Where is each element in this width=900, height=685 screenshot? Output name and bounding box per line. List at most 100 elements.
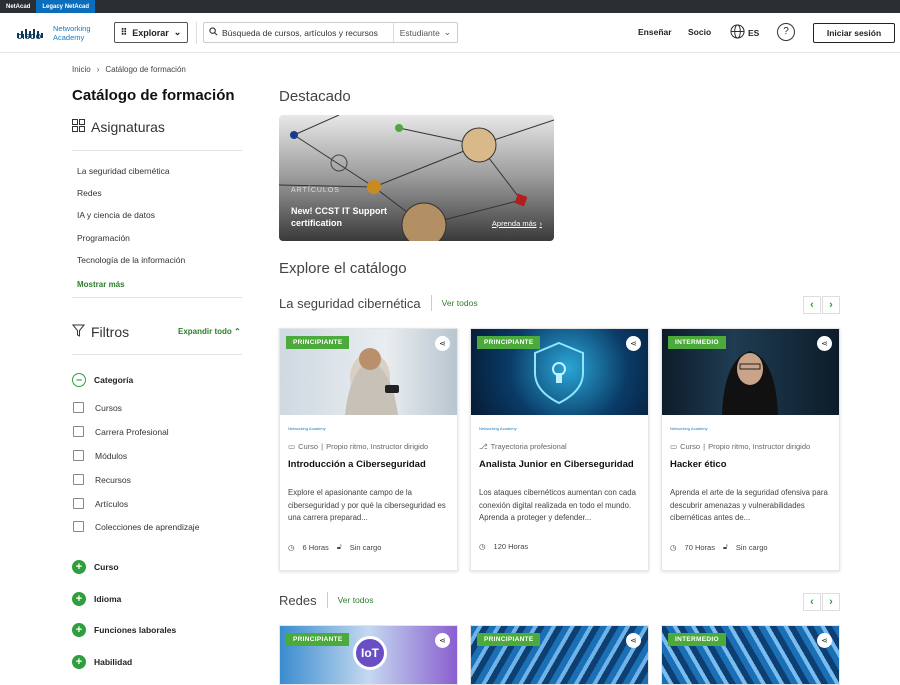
netacad-small-logo: Networking Academy [288, 426, 326, 431]
search-box[interactable]: Búsqueda de cursos, artículos y recursos… [203, 22, 458, 43]
course-title: Hacker ético [670, 459, 727, 470]
course-description: Explore el apasionante campo de la ciber… [288, 488, 446, 522]
filter-group-language[interactable]: + Idioma [72, 592, 121, 606]
course-title: Analista Junior en Ciberseguridad [479, 459, 634, 470]
explore-heading: Explore el catálogo [279, 260, 407, 277]
featured-heading: Destacado [279, 88, 351, 105]
breadcrumb-current: Catálogo de formación [105, 65, 186, 74]
plus-icon: + [72, 655, 86, 669]
course-card[interactable]: INTERMEDIO ⋖ Networking Academy ▭ Curso | P… [661, 328, 840, 571]
row-header-cybersecurity: La seguridad cibernética Ver todos [279, 295, 478, 311]
course-card[interactable]: INTERMEDIO ⋖ [661, 625, 840, 685]
share-icon[interactable]: ⋖ [626, 633, 641, 648]
subject-link-it[interactable]: Tecnología de la información [77, 255, 185, 265]
course-footer: ◷ 6 Horas 🔓︎ Sin cargo [288, 542, 382, 552]
collapse-icon: – [72, 373, 86, 387]
teach-link[interactable]: Enseñar [638, 27, 672, 37]
search-icon [204, 27, 222, 38]
filter-group-course[interactable]: + Curso [72, 560, 119, 574]
book-icon: ▭ [288, 442, 296, 451]
breadcrumb: Inicio › Catálogo de formación [72, 65, 186, 74]
cisco-wordmark: CISCO [17, 34, 42, 41]
carousel-nav: ‹ › [803, 593, 840, 611]
featured-card[interactable]: ARTÍCULOS New! CCST IT Support certifica… [279, 115, 554, 241]
chevron-right-icon[interactable]: › [822, 296, 840, 314]
grid-icon [72, 119, 85, 135]
subject-link-networking[interactable]: Redes [77, 188, 102, 198]
chevron-right-icon: › [96, 65, 100, 74]
course-description: Los ataques cibernéticos aumentan con ca… [479, 488, 636, 522]
language-selector[interactable]: ES [730, 24, 759, 41]
subject-link-ai-data[interactable]: IA y ciencia de datos [77, 210, 155, 220]
plus-icon: + [72, 623, 86, 637]
divider [72, 150, 242, 151]
top-platform-bar: NetAcad Legacy NetAcad [0, 0, 900, 13]
course-card[interactable]: PRINCIPIANTE ⋖ Networking Academy ⎇ Traye… [470, 328, 649, 571]
category-filter-toggle[interactable]: – Categoría [72, 373, 133, 387]
course-meta: ⎇ Trayectoria profesional [479, 442, 567, 451]
chevron-updown-icon: ⌃ [234, 327, 241, 336]
subject-link-programming[interactable]: Programación [77, 233, 130, 243]
clock-icon: ◷ [670, 542, 677, 552]
learn-more-link[interactable]: Aprenda más › [492, 219, 542, 228]
netacad-small-logo: Networking Academy [479, 426, 517, 431]
level-badge: PRINCIPIANTE [477, 633, 541, 646]
share-icon[interactable]: ⋖ [435, 633, 450, 648]
course-image: PRINCIPIANTE ⋖ [471, 329, 648, 415]
filter-checkbox-career[interactable]: Carrera Profesional [73, 426, 169, 437]
path-icon: ⎇ [479, 442, 488, 451]
globe-icon [730, 24, 745, 41]
chevron-down-icon: ⌄ [443, 27, 451, 37]
view-all-link[interactable]: Ver todos [442, 298, 478, 308]
partner-link[interactable]: Socio [688, 27, 711, 37]
course-title: Introducción a Ciberseguridad [288, 459, 426, 470]
course-meta: ▭ Curso | Propio ritmo, Instructor dirigido [670, 442, 811, 451]
course-image: PRINCIPIANTE ⋖ [280, 329, 457, 415]
subject-link-cybersecurity[interactable]: La seguridad cibernética [77, 166, 170, 176]
grid-icon: ⠿ [120, 27, 128, 37]
course-card[interactable]: PRINCIPIANTE ⋖ [470, 625, 649, 685]
role-select[interactable]: Estudiante ⌄ [392, 23, 457, 42]
chevron-left-icon[interactable]: ‹ [803, 296, 821, 314]
filter-checkbox-modules[interactable]: Módulos [73, 450, 127, 461]
help-icon[interactable]: ? [777, 23, 795, 41]
plus-icon: + [72, 592, 86, 606]
share-icon[interactable]: ⋖ [817, 633, 832, 648]
lock-icon: 🔓︎ [722, 542, 728, 551]
show-more-link[interactable]: Mostrar más [77, 280, 125, 289]
filter-checkbox-courses[interactable]: Cursos [73, 402, 122, 413]
course-description: Aprenda el arte de la seguridad ofensiva… [670, 488, 828, 522]
tab-netacad[interactable]: NetAcad [0, 0, 36, 13]
cisco-netacad-logo[interactable]: CISCO Networking Academy [17, 24, 91, 42]
level-badge: PRINCIPIANTE [477, 336, 541, 349]
course-card[interactable]: IoT PRINCIPIANTE ⋖ [279, 625, 458, 685]
share-icon[interactable]: ⋖ [435, 336, 450, 351]
chevron-left-icon[interactable]: ‹ [803, 593, 821, 611]
share-icon[interactable]: ⋖ [626, 336, 641, 351]
course-meta: ▭ Curso | Propio ritmo, Instructor dirigido [288, 442, 429, 451]
clock-icon: ◷ [479, 542, 486, 551]
site-header: CISCO Networking Academy ⠿ Explorar ⌄ Bú… [0, 13, 900, 53]
netacad-small-logo: Networking Academy [670, 426, 708, 431]
search-input[interactable]: Búsqueda de cursos, artículos y recursos [222, 28, 393, 38]
level-badge: PRINCIPIANTE [286, 633, 350, 646]
header-divider [196, 22, 197, 44]
course-card[interactable]: PRINCIPIANTE ⋖ Networking Academy ▭ Curso… [279, 328, 458, 571]
expand-all-button[interactable]: Expandir todo ⌃ [178, 327, 241, 336]
chevron-right-icon[interactable]: › [822, 593, 840, 611]
view-all-link[interactable]: Ver todos [338, 595, 374, 605]
explore-menu-button[interactable]: ⠿ Explorar ⌄ [114, 22, 188, 43]
carousel-nav: ‹ › [803, 296, 840, 314]
filter-checkbox-articles[interactable]: Artículos [73, 498, 128, 509]
share-icon[interactable]: ⋖ [817, 336, 832, 351]
filter-group-skill[interactable]: + Habilidad [72, 655, 132, 669]
breadcrumb-home[interactable]: Inicio [72, 65, 91, 74]
level-badge: INTERMEDIO [668, 336, 726, 349]
filter-group-job-roles[interactable]: + Funciones laborales [72, 623, 176, 637]
tab-legacy-netacad[interactable]: Legacy NetAcad [36, 0, 96, 13]
sign-in-button[interactable]: Iniciar sesión [813, 23, 895, 43]
filter-checkbox-collections[interactable]: Colecciones de aprendizaje [73, 521, 199, 532]
featured-title: New! CCST IT Support certification [291, 206, 387, 228]
filter-checkbox-resources[interactable]: Recursos [73, 474, 131, 485]
book-icon: ▭ [670, 442, 678, 451]
